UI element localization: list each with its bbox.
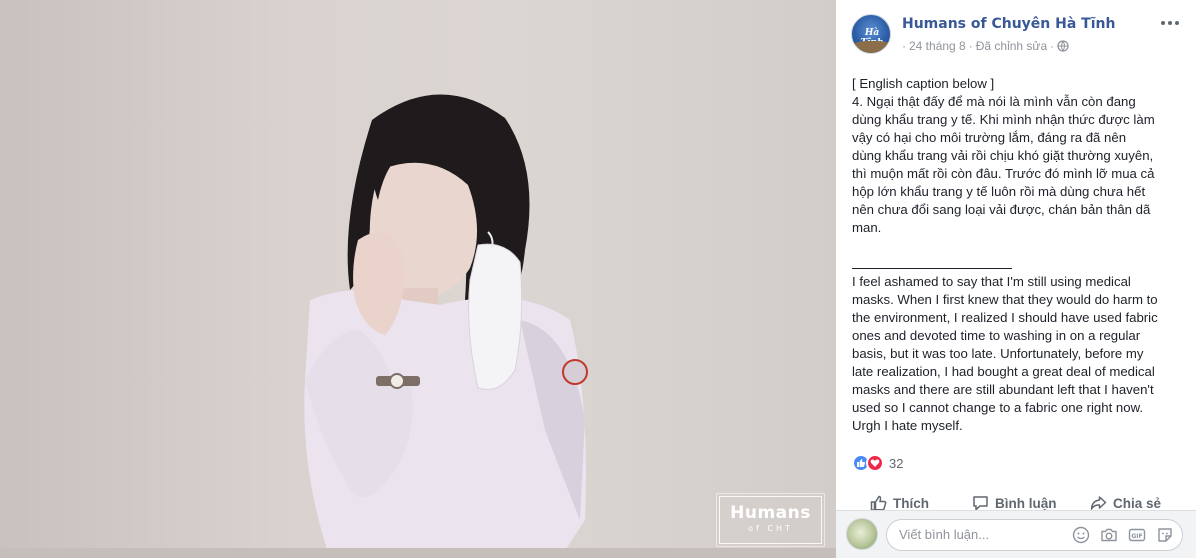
post-meta: · 24 tháng 8 · Đã chỉnh sửa · [902, 39, 1069, 53]
comment-composer: Viết bình luận... GIF [836, 510, 1196, 558]
post-meta-separator: · [1050, 39, 1055, 53]
caption-line: hộp lớn khẩu trang y tế luôn rồi mà dùng… [852, 184, 1146, 199]
thumbs-up-icon [870, 495, 887, 511]
watermark-main: Humans [730, 503, 811, 523]
share-arrow-icon [1090, 496, 1107, 510]
like-label: Thích [893, 495, 929, 511]
page-name-link[interactable]: Humans of Chuyên Hà Tĩnh [902, 16, 1115, 32]
user-avatar[interactable] [846, 518, 878, 550]
caption-line: thì muộn mất rồi còn đâu. Trước đó mình … [852, 166, 1155, 181]
post-caption: [ English caption below ] 4. Ngại thật đ… [852, 75, 1186, 435]
sticker-icon[interactable] [1156, 526, 1174, 544]
caption-line-en: masks. When I first knew that they would… [852, 292, 1158, 307]
love-reaction-icon [866, 454, 884, 472]
post-photo[interactable]: Humans of CHT [0, 0, 836, 558]
speech-bubble-icon [973, 496, 988, 511]
reaction-count: 32 [889, 455, 904, 471]
share-label: Chia sẻ [1113, 495, 1162, 511]
gif-icon[interactable]: GIF [1128, 526, 1146, 544]
caption-line: dùng khẩu trang vải rồi chịu khó giặt th… [852, 148, 1154, 163]
more-options-icon[interactable] [1160, 16, 1180, 30]
comment-button[interactable]: Bình luận [972, 495, 1057, 511]
photo-watermark: Humans of CHT [716, 493, 825, 547]
watermark-sub: of CHT [748, 524, 793, 533]
post-panel: Hà Tĩnh Humans of Chuyên Hà Tĩnh · 24 th… [836, 0, 1196, 558]
svg-text:GIF: GIF [1131, 533, 1142, 540]
caption-line: dùng khẩu trang y tế. Khi mình nhận thức… [852, 112, 1155, 127]
reaction-summary[interactable]: 32 [852, 454, 903, 472]
more-dot [1168, 21, 1172, 25]
comment-tools: GIF [1072, 526, 1174, 544]
globe-icon[interactable] [1057, 40, 1069, 52]
post-date-link[interactable]: 24 tháng 8 [909, 39, 966, 53]
caption-line: [ English caption below ] [852, 76, 995, 91]
caption-blank [852, 237, 1186, 255]
emoji-icon[interactable] [1072, 526, 1090, 544]
post-meta-separator: · [902, 39, 906, 53]
camera-icon[interactable] [1100, 526, 1118, 544]
avatar-hill [852, 41, 890, 53]
caption-line-en: used so I cannot change to a fabric one … [852, 400, 1144, 415]
post-meta-separator: · [968, 39, 973, 53]
caption-line: vậy có hại cho môi trường lắm, đáng ra đ… [852, 130, 1127, 145]
share-button[interactable]: Chia sẻ [1090, 495, 1161, 511]
comment-label: Bình luận [995, 495, 1057, 511]
caption-line-en: masks and there are still abundant left … [852, 382, 1154, 397]
caption-line-en: the environment, I realized I should hav… [852, 310, 1158, 325]
caption-line-en: Urgh I hate myself. [852, 418, 963, 433]
caption-line: 4. Ngại thật đấy để mà nói là mình vẫn c… [852, 94, 1136, 109]
caption-separator [852, 255, 1186, 273]
caption-line-en: late realization, I had bought a great d… [852, 364, 1155, 379]
more-dot [1175, 21, 1179, 25]
like-button[interactable]: Thích [870, 495, 929, 511]
photo-illustration [0, 94, 836, 558]
caption-line-en: ones and devoted time to washing in on a… [852, 328, 1141, 343]
caption-line: man. [852, 220, 882, 235]
caption-line: nên chưa đổi sang loại vải được, chán bả… [852, 202, 1151, 217]
caption-line-en: basis, but it was too late. Unfortunatel… [852, 346, 1144, 361]
page-avatar[interactable]: Hà Tĩnh [851, 14, 891, 54]
more-dot [1161, 21, 1165, 25]
post-edited-link[interactable]: Đã chỉnh sửa [976, 39, 1047, 53]
caption-line-en: I feel ashamed to say that I'm still usi… [852, 274, 1131, 289]
